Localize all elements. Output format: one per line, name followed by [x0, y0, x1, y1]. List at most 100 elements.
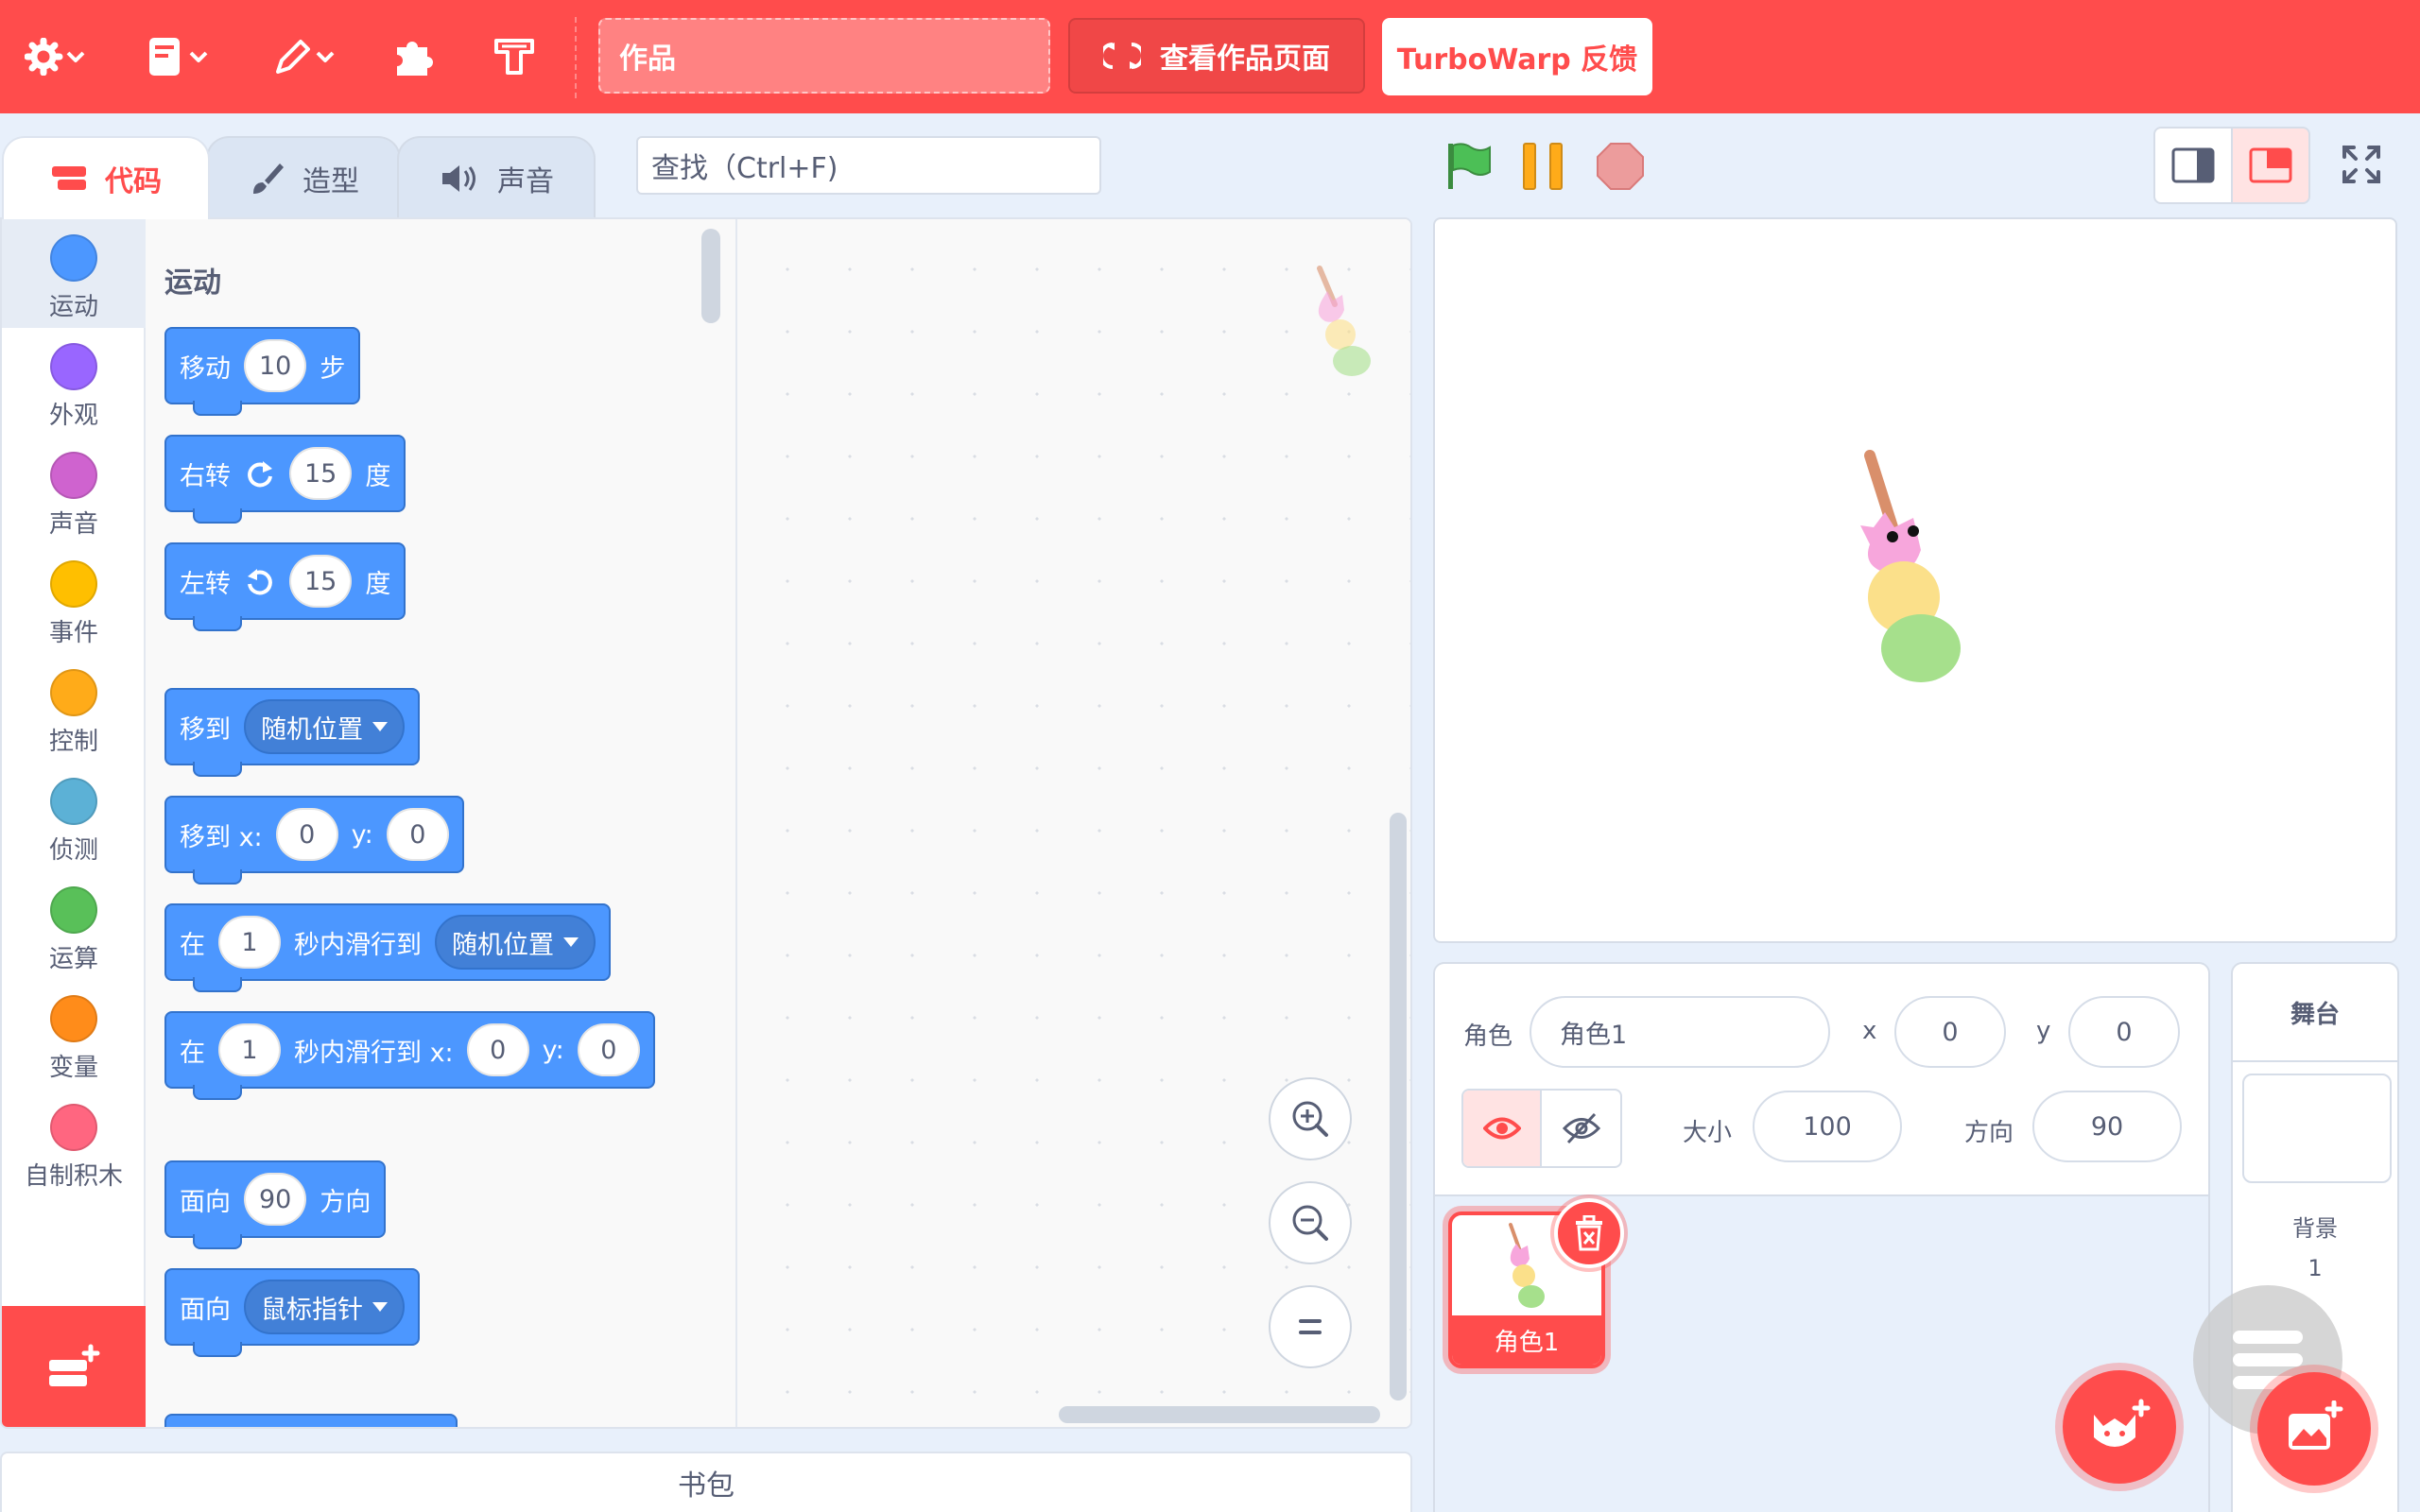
- category-label: 声音: [48, 510, 98, 539]
- degrees-input[interactable]: 15: [289, 447, 353, 500]
- size-input[interactable]: 100: [1753, 1091, 1902, 1162]
- feedback-button[interactable]: TurboWarp 反馈: [1382, 18, 1652, 95]
- eye-icon: [1482, 1117, 1521, 1140]
- y-position-input[interactable]: 0: [2068, 996, 2180, 1068]
- block-text: 秒内滑行到 x:: [294, 1038, 454, 1068]
- y-label: y: [2036, 1017, 2051, 1045]
- zoom-in-button[interactable]: [1269, 1077, 1352, 1160]
- rotate-clockwise-icon: [248, 461, 272, 488]
- block-glide-to[interactable]: 在 1 秒内滑行到 随机位置: [164, 903, 611, 992]
- find-input[interactable]: 查找（Ctrl+F): [636, 136, 1101, 195]
- category-looks[interactable]: 外观: [2, 328, 146, 437]
- stop-button[interactable]: [1592, 138, 1649, 195]
- block-point-in-direction[interactable]: 面向 90 方向: [164, 1160, 387, 1249]
- stage-canvas[interactable]: [1433, 217, 2397, 943]
- tab-costumes-label: 造型: [302, 165, 359, 198]
- category-variables[interactable]: 变量: [2, 980, 146, 1089]
- green-flag-button[interactable]: [1441, 138, 1497, 195]
- add-sprite-button[interactable]: [2063, 1370, 2176, 1484]
- block-glide-to-xy[interactable]: 在 1 秒内滑行到 x: 0 y: 0: [164, 1011, 655, 1100]
- see-project-page-button[interactable]: 查看作品页面: [1068, 18, 1365, 94]
- degrees-input[interactable]: 15: [289, 555, 353, 608]
- block-partial[interactable]: [164, 1414, 458, 1427]
- x-input[interactable]: 0: [275, 808, 338, 861]
- point-towards-dropdown[interactable]: 鼠标指针: [244, 1280, 405, 1334]
- direction-label: 方向: [1964, 1119, 2014, 1147]
- show-sprite-button[interactable]: [1463, 1091, 1543, 1166]
- x-position-input[interactable]: 0: [1894, 996, 2006, 1068]
- category-events[interactable]: 事件: [2, 545, 146, 654]
- sprite-name-label: 角色: [1463, 1022, 1513, 1051]
- zoom-out-button[interactable]: [1269, 1181, 1352, 1264]
- block-turn-right[interactable]: 右转 15 度: [164, 435, 406, 524]
- turbowarp-logo-icon[interactable]: [488, 26, 541, 87]
- pause-button[interactable]: [1516, 138, 1573, 195]
- category-control[interactable]: 控制: [2, 654, 146, 763]
- zoom-reset-button[interactable]: [1269, 1285, 1352, 1368]
- y-position-value: 0: [2116, 1017, 2133, 1047]
- file-menu-button[interactable]: [144, 26, 212, 87]
- project-title-text: 作品: [619, 43, 676, 76]
- block-text: 移动: [180, 353, 231, 384]
- seconds-input[interactable]: 1: [218, 1023, 281, 1076]
- block-text: y:: [351, 819, 373, 850]
- small-stage-button[interactable]: [2153, 127, 2233, 204]
- script-workspace[interactable]: [737, 219, 1410, 1427]
- direction-input[interactable]: 90: [2032, 1091, 2182, 1162]
- edit-menu-button[interactable]: [270, 26, 338, 87]
- block-text: 左转: [180, 569, 231, 599]
- direction-input[interactable]: 90: [244, 1173, 307, 1226]
- category-motion[interactable]: 运动: [2, 219, 146, 328]
- palette-section-label: 运动: [164, 266, 221, 300]
- eye-slash-icon: [1562, 1112, 1600, 1144]
- sprite-on-stage[interactable]: [1832, 446, 1983, 692]
- block-turn-left[interactable]: 左转 15 度: [164, 542, 406, 631]
- workspace-vertical-scrollbar[interactable]: [1390, 813, 1407, 1400]
- addons-button[interactable]: [386, 26, 439, 87]
- workspace-horizontal-scrollbar[interactable]: [1059, 1406, 1380, 1423]
- x-input[interactable]: 0: [466, 1023, 529, 1076]
- block-go-to-xy[interactable]: 移到 x: 0 y: 0: [164, 796, 464, 885]
- seconds-input[interactable]: 1: [218, 916, 281, 969]
- size-value: 100: [1803, 1111, 1852, 1142]
- direction-value: 90: [2090, 1111, 2124, 1142]
- delete-sprite-button[interactable]: [1554, 1198, 1624, 1268]
- add-extension-button[interactable]: [2, 1306, 146, 1427]
- sprite-thumbnail-name: 角色1: [1494, 1328, 1560, 1357]
- category-sound[interactable]: 声音: [2, 437, 146, 545]
- y-input[interactable]: 0: [577, 1023, 640, 1076]
- block-text: 在: [180, 1038, 205, 1068]
- remix-icon: [1103, 43, 1141, 69]
- tab-code[interactable]: 代码: [2, 136, 210, 219]
- tab-sounds[interactable]: 声音: [397, 136, 596, 219]
- stage-thumbnail[interactable]: [2242, 1074, 2392, 1183]
- category-sensing[interactable]: 侦测: [2, 763, 146, 871]
- stage-selector-title: 舞台: [2290, 1000, 2340, 1029]
- fullscreen-button[interactable]: [2333, 136, 2390, 193]
- add-backdrop-button[interactable]: [2257, 1372, 2371, 1486]
- sprite-name-input[interactable]: 角色1: [1530, 996, 1830, 1068]
- category-my-blocks[interactable]: 自制积木: [2, 1089, 146, 1197]
- see-project-label: 查看作品页面: [1160, 43, 1330, 76]
- pause-icon: [1523, 143, 1563, 190]
- goto-target-dropdown[interactable]: 随机位置: [244, 699, 405, 754]
- large-stage-button[interactable]: [2231, 127, 2310, 204]
- stage-selector-header: 舞台: [2233, 964, 2397, 1062]
- steps-input[interactable]: 10: [244, 339, 307, 392]
- sprite-thumbnail-image: [1509, 1223, 1545, 1308]
- tab-costumes[interactable]: 造型: [206, 136, 401, 219]
- backpack-bar[interactable]: 书包: [0, 1452, 1412, 1512]
- block-go-to[interactable]: 移到 随机位置: [164, 688, 420, 777]
- settings-menu-button[interactable]: [21, 26, 89, 87]
- sprite-name-value: 角色1: [1560, 1020, 1628, 1050]
- project-title-input[interactable]: 作品: [598, 18, 1050, 94]
- category-operators[interactable]: 运算: [2, 871, 146, 980]
- palette-scrollbar[interactable]: [701, 229, 720, 323]
- pencil-icon: [276, 40, 335, 74]
- hide-sprite-button[interactable]: [1542, 1091, 1620, 1166]
- menu-divider: [575, 17, 577, 98]
- block-move-steps[interactable]: 移动 10 步: [164, 327, 361, 416]
- block-point-towards[interactable]: 面向 鼠标指针: [164, 1268, 420, 1357]
- glide-target-dropdown[interactable]: 随机位置: [435, 915, 596, 970]
- y-input[interactable]: 0: [386, 808, 449, 861]
